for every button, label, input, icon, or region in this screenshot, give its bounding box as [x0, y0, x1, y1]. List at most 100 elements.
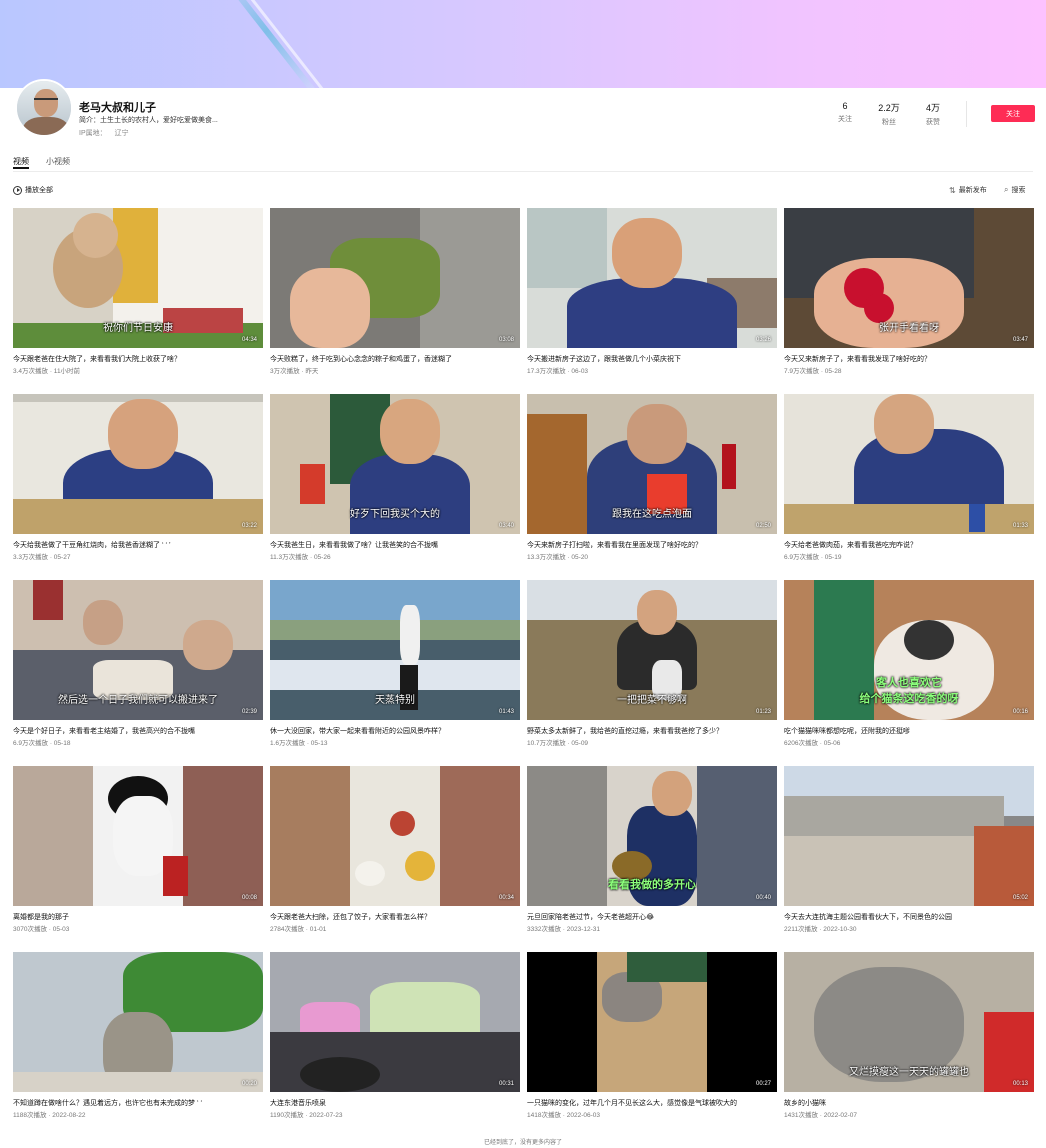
video-card[interactable]: 00:08 离婚都是我的那子 3070次播放 · 05-03 — [13, 766, 263, 938]
follow-button[interactable]: 关注 — [991, 105, 1035, 122]
profile-bio[interactable]: 简介：土生土长的农村人，爱好吃爱做美食... — [79, 115, 218, 125]
video-card[interactable]: 张开手看看呀 03:47 今天又来新房子了，来看看我发现了啥好吃的？ 7.9万次播放 … — [784, 208, 1034, 380]
video-meta: 6.9万次播放 · 05-19 — [784, 554, 842, 561]
video-duration: 05:02 — [1012, 895, 1028, 901]
video-card[interactable]: 祝你们节日安康 04:34 今天跟老爸在住大院了，来看看我们大院上收获了啥？ 3.4万… — [13, 208, 263, 380]
stat-number: 2.2万 — [878, 103, 900, 113]
video-duration: 00:27 — [755, 1081, 771, 1087]
video-title[interactable]: 今天又来新房子了，来看看我发现了啥好吃的？ — [784, 354, 1034, 364]
video-thumbnail[interactable]: 然后选一个日子我们就可以搬进来了 02:39 — [13, 580, 263, 720]
avatar[interactable] — [15, 79, 73, 137]
video-caption-overlay: 客人也喜欢它 给个猫条这吃香的呀 — [859, 677, 959, 705]
video-title[interactable]: 今天给老爸做肉茄，来看看我爸吃完咋说？ — [784, 540, 1034, 550]
video-title[interactable]: 离婚都是我的那子 — [13, 912, 263, 922]
video-card[interactable]: 03:26 今天搬进新房子这边了，跟我爸做几个小菜庆祝下 17.3万次播放 · 06… — [527, 208, 777, 380]
video-thumbnail[interactable]: 00:27 — [527, 952, 777, 1092]
video-card[interactable]: 看看我做的多开心 00:40 元旦回家陪老爸过节，今天老爸超开心😂 3332次播放 ·… — [527, 766, 777, 938]
video-thumbnail[interactable]: 05:02 — [784, 766, 1034, 906]
video-thumbnail[interactable]: 跟我在这吃点泡面 02:50 — [527, 394, 777, 534]
video-card[interactable]: 客人也喜欢它 给个猫条这吃香的呀 00:16 吃个猫猫咪咪都想吃呢，还附我的还挺嗲 6… — [784, 580, 1034, 752]
video-title[interactable]: 大连东港音乐喷泉 — [270, 1098, 520, 1108]
video-meta: 6.9万次播放 · 05-18 — [13, 740, 71, 747]
video-duration: 00:31 — [498, 1081, 514, 1087]
tab-videos[interactable]: 视频 — [13, 156, 29, 167]
video-title[interactable]: 今天跟老爸大扫除，还包了饺子，大家看看怎么样？ — [270, 912, 520, 922]
video-thumbnail[interactable]: 又烂摸瘦这一天天的罐罐也 00:13 — [784, 952, 1034, 1092]
stat-number: 6 — [842, 101, 848, 111]
video-thumbnail[interactable]: 03:22 — [13, 394, 263, 534]
video-thumbnail[interactable]: 03:26 — [527, 208, 777, 348]
video-thumbnail[interactable]: 客人也喜欢它 给个猫条这吃香的呀 00:16 — [784, 580, 1034, 720]
video-caption-overlay: 一把把菜不够啊 — [617, 695, 687, 706]
video-caption-overlay: 然后选一个日子我们就可以搬进来了 — [58, 695, 218, 706]
video-title[interactable]: 今天去大连抗海主题公园看看伙大下，不同景色的公园 — [784, 912, 1034, 922]
video-thumbnail[interactable]: 00:31 — [270, 952, 520, 1092]
video-thumbnail[interactable]: 01:33 — [784, 394, 1034, 534]
video-card[interactable]: 01:33 今天给老爸做肉茄，来看看我爸吃完咋说？ 6.9万次播放 · 05-19 — [784, 394, 1034, 566]
video-card[interactable]: 03:22 今天给我爸做了干豆角红烧肉，给我爸香迷糊了 ‘ ‘ ’ 3.3万次播放 … — [13, 394, 263, 566]
video-title[interactable]: 今天我爸生日，来看看我做了啥？让我爸笑的合不拢嘴 — [270, 540, 520, 550]
video-card[interactable]: 天蒸特别 01:43 休一大没回家，带大家一起来看看附近的公园风景咋样？ 1.6万次播… — [270, 580, 520, 752]
video-card[interactable]: 00:20 不知道蹲在做啥什么？遇见着远方，也许它也有未完成的梦 ‘ ‘ 1188次… — [13, 952, 263, 1124]
video-meta: 1188次播放 · 2022-08-22 — [13, 1112, 86, 1119]
video-card[interactable]: 00:27 一只猫咪的变化，过年几个月不见长这么大，感觉像是气球被吹大的 1418次… — [527, 952, 777, 1124]
video-thumbnail[interactable]: 好歹下回我买个大的 03:40 — [270, 394, 520, 534]
video-meta: 17.3万次播放 · 06-03 — [527, 368, 589, 375]
sort-button[interactable]: ⇅ 最新发布 — [949, 185, 987, 195]
play-all-button[interactable]: 播放全部 — [13, 185, 53, 195]
video-caption-overlay: 跟我在这吃点泡面 — [612, 509, 692, 520]
video-meta: 2784次播放 · 01-01 — [270, 926, 327, 933]
video-thumbnail[interactable]: 祝你们节日安康 04:34 — [13, 208, 263, 348]
video-caption-overlay: 又烂摸瘦这一天天的罐罐也 — [849, 1067, 969, 1078]
video-card[interactable]: 好歹下回我买个大的 03:40 今天我爸生日，来看看我做了啥？让我爸笑的合不拢嘴 11… — [270, 394, 520, 566]
video-card[interactable]: 然后选一个日子我们就可以搬进来了 02:39 今天是个好日子，来看看老主结婚了，我爸… — [13, 580, 263, 752]
video-thumbnail[interactable]: 天蒸特别 01:43 — [270, 580, 520, 720]
search-button[interactable]: ⌕ 搜索 — [1004, 185, 1025, 195]
tab-short-videos[interactable]: 小视频 — [46, 156, 70, 167]
video-card[interactable]: 00:31 大连东港音乐喷泉 1190次播放 · 2022-07-23 — [270, 952, 520, 1124]
video-thumbnail[interactable]: 00:20 — [13, 952, 263, 1092]
video-thumbnail[interactable]: 张开手看看呀 03:47 — [784, 208, 1034, 348]
banner-decoration — [215, 0, 319, 88]
video-duration: 01:33 — [1012, 523, 1028, 529]
video-title[interactable]: 今天搬进新房子这边了，跟我爸做几个小菜庆祝下 — [527, 354, 777, 364]
video-title[interactable]: 吃个猫猫咪咪都想吃呢，还附我的还挺嗲 — [784, 726, 1034, 736]
video-title[interactable]: 今天来新房子打扫啦，来看看我在里面发现了啥好吃的？ — [527, 540, 777, 550]
video-title[interactable]: 今天跟老爸在住大院了，来看看我们大院上收获了啥？ — [13, 354, 263, 364]
video-thumbnail[interactable]: 00:08 — [13, 766, 263, 906]
video-thumbnail[interactable]: 一把把菜不够啊 01:23 — [527, 580, 777, 720]
video-title[interactable]: 野菜太多太新鲜了，我给爸的直挖过瘾，来看看我爸挖了多少？ — [527, 726, 777, 736]
stat-following[interactable]: 6 关注 — [825, 101, 865, 124]
end-of-list-text: 已经到底了，没有更多内容了 — [483, 1140, 562, 1146]
video-title[interactable]: 一只猫咪的变化，过年几个月不见长这么大，感觉像是气球被吹大的 — [527, 1098, 777, 1108]
tab-active-indicator — [13, 167, 29, 169]
video-thumbnail[interactable]: 00:34 — [270, 766, 520, 906]
video-card[interactable]: 05:02 今天去大连抗海主题公园看看伙大下，不同景色的公园 2211次播放 · 2… — [784, 766, 1034, 938]
video-card[interactable]: 跟我在这吃点泡面 02:50 今天来新房子打扫啦，来看看我在里面发现了啥好吃的？ 13… — [527, 394, 777, 566]
stat-followers[interactable]: 2.2万 粉丝 — [869, 101, 909, 127]
ip-label: IP属地： — [79, 130, 107, 137]
video-title[interactable]: 不知道蹲在做啥什么？遇见着远方，也许它也有未完成的梦 ‘ ‘ — [13, 1098, 263, 1108]
video-title[interactable]: 今天是个好日子，来看看老主结婚了，我爸高兴的合不拢嘴 — [13, 726, 263, 736]
video-meta: 1431次播放 · 2022-02-07 — [784, 1112, 857, 1119]
video-card[interactable]: 一把把菜不够啊 01:23 野菜太多太新鲜了，我给爸的直挖过瘾，来看看我爸挖了多少？… — [527, 580, 777, 752]
video-meta: 1190次播放 · 2022-07-23 — [270, 1112, 343, 1119]
video-title[interactable]: 今天给我爸做了干豆角红烧肉，给我爸香迷糊了 ‘ ‘ ’ — [13, 540, 263, 550]
video-title[interactable]: 休一大没回家，带大家一起来看看附近的公园风景咋样？ — [270, 726, 520, 736]
divider — [13, 171, 1033, 172]
video-thumbnail[interactable]: 03:08 — [270, 208, 520, 348]
video-card[interactable]: 又烂摸瘦这一天天的罐罐也 00:13 故乡的小猫咪 1431次播放 · 2022-02… — [784, 952, 1034, 1124]
sort-icon: ⇅ — [949, 185, 956, 195]
video-meta: 1418次播放 · 2022-06-03 — [527, 1112, 600, 1119]
video-card[interactable]: 03:08 今天败糕了，终于吃到心心念念的粽子和鸡蛋了，香迷糊了 3万次播放 · 昨… — [270, 208, 520, 380]
profile-banner — [0, 0, 1046, 88]
video-thumbnail[interactable]: 看看我做的多开心 00:40 — [527, 766, 777, 906]
search-icon: ⌕ — [1004, 185, 1009, 194]
video-card[interactable]: 00:34 今天跟老爸大扫除，还包了饺子，大家看看怎么样？ 2784次播放 · 01… — [270, 766, 520, 938]
video-title[interactable]: 故乡的小猫咪 — [784, 1098, 1034, 1108]
stat-label: 关注 — [838, 116, 852, 123]
profile-name: 老马大叔和儿子 — [79, 102, 156, 114]
video-title[interactable]: 元旦回家陪老爸过节，今天老爸超开心😂 — [527, 912, 777, 922]
video-duration: 04:34 — [241, 337, 257, 343]
video-title[interactable]: 今天败糕了，终于吃到心心念念的粽子和鸡蛋了，香迷糊了 — [270, 354, 520, 364]
